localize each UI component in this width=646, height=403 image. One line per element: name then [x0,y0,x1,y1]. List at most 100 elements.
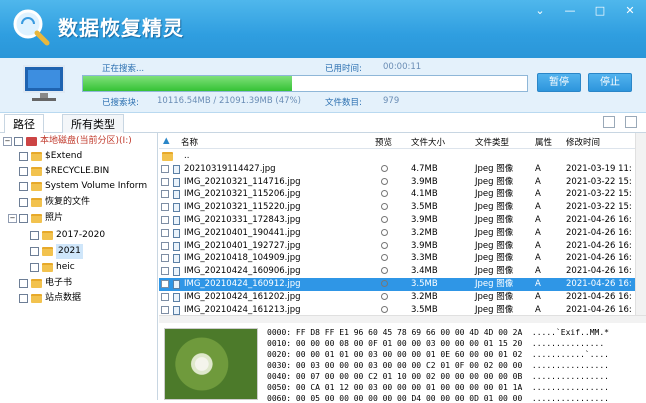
file-size: 3.4MB [411,266,438,277]
checkbox[interactable] [19,182,28,191]
tree-item-label: $RECYCLE.BIN [45,166,110,176]
list-view-icon[interactable] [625,116,637,128]
tree-item-label: heic [56,262,75,272]
file-modified: 2021-03-19 11: [566,163,632,174]
checkbox[interactable] [19,279,28,288]
checkbox[interactable] [19,167,28,176]
tree-item-system-volume[interactable]: System Volume Inform [19,179,147,194]
image-thumbnail [164,328,258,400]
file-modified: 2021-04-26 16: [566,266,632,277]
table-row[interactable]: IMG_20210418_104909.jpg 3.3MB Jpeg 图像 A 2021… [159,252,635,265]
sort-up-icon[interactable]: ▲ [163,136,170,146]
checkbox[interactable] [161,216,169,224]
preview-magnifier-icon[interactable] [381,203,388,211]
image-file-icon [173,254,180,264]
preview-magnifier-icon[interactable] [381,241,388,249]
tab-all-types[interactable]: 所有类型 [62,114,124,133]
minimize-icon[interactable]: — [562,4,578,17]
vertical-scrollbar[interactable] [635,133,646,315]
checkbox[interactable] [161,164,169,173]
close-icon[interactable]: ✕ [622,4,638,17]
checkbox[interactable] [161,254,169,263]
horizontal-scrollbar[interactable] [159,315,646,323]
table-row[interactable]: IMG_20210401_190441.jpg 3.2MB Jpeg 图像 A 2021… [159,227,635,240]
preview-magnifier-icon[interactable] [381,254,388,262]
checkbox[interactable] [161,305,169,314]
column-type[interactable]: 文件类型 [475,136,509,148]
column-name[interactable]: 名称 [181,136,198,148]
tree-item-2017-2020[interactable]: 2017-2020 [30,228,105,243]
hex-line: 0010: 00 00 00 08 00 0F 01 00 00 03 00 0… [267,339,609,348]
file-attribute: A [535,227,541,238]
checkbox[interactable] [14,137,23,146]
collapse-icon[interactable]: − [3,137,12,146]
checkbox[interactable] [19,198,28,207]
tree-item-extend[interactable]: $Extend [19,149,82,164]
column-attribute[interactable]: 属性 [535,136,552,148]
tree-item-ebooks[interactable]: 电子书 [19,276,72,291]
thumbnail-view-icon[interactable] [603,116,615,128]
preview-magnifier-icon[interactable] [381,216,388,223]
table-row[interactable]: IMG_20210321_114716.jpg 3.9MB Jpeg 图像 A 2021… [159,176,635,189]
file-attribute: A [535,215,541,225]
dropdown-menu-icon[interactable]: ⌄ [532,4,548,17]
checkbox[interactable] [161,177,169,186]
tree-item-drive[interactable]: − 本地磁盘(当前分区)(I:) [3,134,132,149]
folder-icon [42,231,53,240]
collapse-icon[interactable]: − [8,214,17,223]
tree-item-photos[interactable]: − 照片 [8,211,63,226]
file-attribute: A [535,279,541,289]
preview-magnifier-icon[interactable] [381,190,388,198]
checkbox[interactable] [161,292,169,301]
preview-magnifier-icon[interactable] [381,177,388,185]
checkbox[interactable] [30,231,39,240]
preview-magnifier-icon[interactable] [381,228,388,236]
checkbox[interactable] [161,228,169,237]
checkbox[interactable] [161,241,169,250]
column-preview[interactable]: 预览 [375,136,392,148]
preview-magnifier-icon[interactable] [381,292,388,300]
tree-item-recovered[interactable]: 恢复的文件 [19,195,90,210]
checkbox[interactable] [161,190,169,199]
preview-magnifier-icon[interactable] [381,280,388,287]
hex-line: 0050: 00 CA 01 12 00 03 00 00 00 01 00 0… [267,383,609,392]
folder-icon [31,152,42,161]
stop-button[interactable]: 停止 [588,73,632,92]
table-row[interactable]: IMG_20210401_192727.jpg 3.9MB Jpeg 图像 A 2021… [159,240,635,253]
preview-magnifier-icon[interactable] [381,164,388,172]
table-row[interactable]: .. [159,150,635,163]
table-row[interactable]: IMG_20210321_115220.jpg 3.5MB Jpeg 图像 A 2021… [159,201,635,214]
preview-magnifier-icon[interactable] [381,305,388,313]
tab-path[interactable]: 路径 [4,114,44,133]
column-modified[interactable]: 修改时间 [566,136,600,148]
file-name: IMG_20210401_192727.jpg [184,240,301,251]
tree-item-site-data[interactable]: 站点数据 [19,291,81,306]
file-size: 3.5MB [411,304,438,315]
tree-item-recycle[interactable]: $RECYCLE.BIN [19,164,109,179]
table-row[interactable]: IMG_20210424_161202.jpg 3.2MB Jpeg 图像 A 2021… [159,291,635,304]
tree-item-2021[interactable]: 2021 [30,244,83,259]
table-row[interactable]: IMG_20210424_160906.jpg 3.4MB Jpeg 图像 A 2021… [159,265,635,278]
checkbox[interactable] [161,280,169,288]
checkbox[interactable] [161,203,169,212]
maximize-icon[interactable]: □ [592,4,608,17]
table-row[interactable]: IMG_20210424_160912.jpg 3.5MB Jpeg 图像 A 2021… [159,278,635,291]
table-row[interactable]: IMG_20210321_115206.jpg 4.1MB Jpeg 图像 A 2021… [159,188,635,201]
checkbox[interactable] [30,263,39,272]
checkbox[interactable] [19,294,28,303]
checkbox[interactable] [19,214,28,223]
checkbox[interactable] [19,152,28,161]
column-size[interactable]: 文件大小 [411,136,445,148]
pause-button[interactable]: 暂停 [537,73,581,92]
file-name: IMG_20210424_161213.jpg [184,304,301,315]
table-row[interactable]: IMG_20210331_172843.jpg 3.9MB Jpeg 图像 A 2021… [159,214,635,227]
checkbox[interactable] [30,247,39,256]
file-name: IMG_20210424_160906.jpg [184,266,301,277]
file-modified: 2021-04-26 16: [566,291,632,302]
tree-item-heic[interactable]: heic [30,260,75,275]
preview-magnifier-icon[interactable] [381,267,388,275]
table-row[interactable]: IMG_20210424_161213.jpg 3.5MB Jpeg 图像 A 2021… [159,304,635,315]
image-file-icon [173,228,180,238]
checkbox[interactable] [161,267,169,276]
table-row[interactable]: 20210319114427.jpg 4.7MB Jpeg 图像 A 2021-03-1… [159,163,635,176]
